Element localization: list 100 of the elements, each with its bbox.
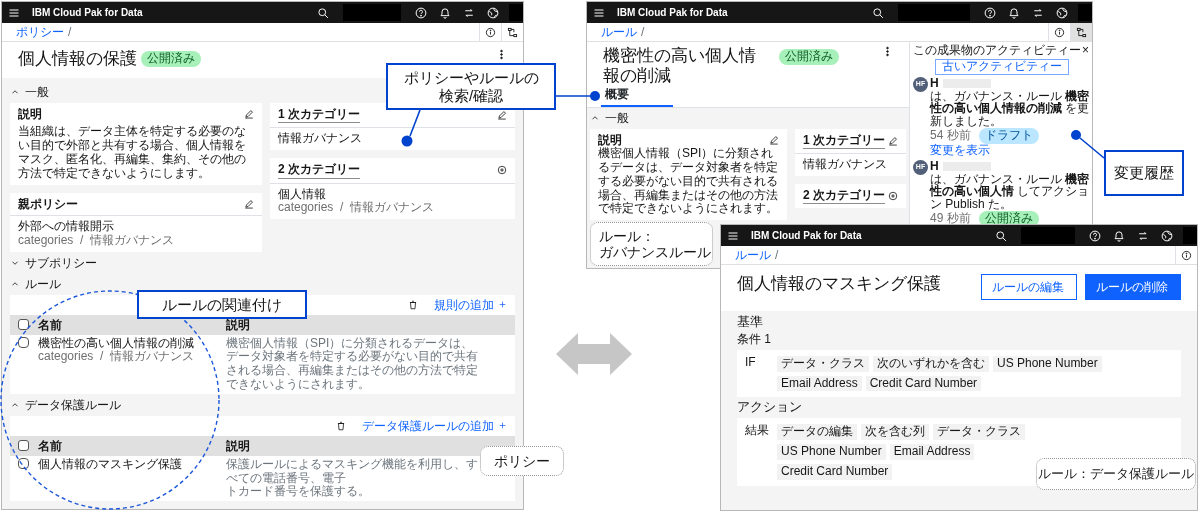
info-icon[interactable] <box>1054 26 1065 38</box>
section-heading: アクション <box>737 400 803 416</box>
checkbox[interactable] <box>18 440 29 452</box>
pencil-icon[interactable] <box>244 109 254 120</box>
breadcrumb-separator: / <box>641 24 645 41</box>
description-text: 機密個人情報（SPI）に分類されるデータは、データ対象者を特定する必要がない目的で共有される場合、再編集またはその他の方法で特定できないようにされます。 <box>598 147 779 217</box>
card-value: 個人情報 <box>278 187 327 202</box>
app-title: IBM Cloud Pak for Data <box>751 229 862 243</box>
card-value: 情報ガバナンス <box>278 132 363 147</box>
status-tag: ドラフト <box>978 128 1039 145</box>
condition-label: 条件 1 <box>737 332 772 347</box>
trash-icon[interactable] <box>336 420 346 431</box>
table-cell-text: 保護ルールによるマスキング機能を利用し、すべての電話番号、電子 <box>226 457 478 485</box>
section-heading: データ保護ルール <box>25 396 121 414</box>
rule-tag: US Phone Number <box>993 355 1102 372</box>
leader-line <box>555 91 600 101</box>
rule-tag: 次を含む列 <box>861 424 929 441</box>
plus-icon <box>498 300 507 310</box>
arrows-icon[interactable] <box>1032 6 1044 19</box>
redaction-block <box>1183 227 1197 244</box>
note-label: ルール：データ保護ルール <box>1036 458 1196 490</box>
info-icon[interactable] <box>485 26 496 38</box>
section-heading: 一般 <box>605 109 629 127</box>
redaction-block <box>509 4 523 21</box>
section-heading: ルール <box>25 275 61 293</box>
pencil-icon[interactable] <box>497 110 507 121</box>
card-label: 1 次カテゴリー <box>278 107 360 124</box>
breadcrumb-link[interactable]: ルール <box>735 246 771 264</box>
table-cell-text: 機密性の高い個人情報の削減 <box>38 336 194 350</box>
column-header: 名前 <box>38 437 63 455</box>
plus-circle-icon[interactable] <box>497 165 507 176</box>
search-icon[interactable] <box>317 6 329 19</box>
rule-tag: Credit Card Number <box>865 375 982 392</box>
breadcrumb-separator: / <box>68 24 72 41</box>
callout-label: ルールの関連付け <box>137 290 307 319</box>
info-icon[interactable] <box>1181 249 1192 261</box>
column-header: 名前 <box>38 316 63 334</box>
table-cell: 個人情報のマスキング保護 <box>38 457 182 472</box>
rule-tag: Email Address <box>889 444 975 460</box>
checkbox[interactable] <box>18 336 29 348</box>
notification-icon[interactable] <box>439 6 451 19</box>
view-changes-link[interactable]: 変更を表示 <box>930 144 990 158</box>
plus-circle-icon[interactable] <box>888 191 898 202</box>
card-value: 外部への情報開示 <box>18 219 115 234</box>
pencil-icon[interactable] <box>769 135 779 146</box>
breadcrumb-link[interactable]: ルール <box>601 23 637 41</box>
leader-line <box>1071 130 1105 159</box>
status-tag: 公開済み <box>141 50 201 67</box>
card-value: 情報ガバナンス <box>803 158 888 173</box>
globe-icon[interactable] <box>1161 229 1173 242</box>
page-title: 個人情報の保護 <box>18 49 137 69</box>
page-title: 機密性の高い個人情報の削減 <box>603 46 757 86</box>
trash-icon[interactable] <box>408 299 418 310</box>
page-title: 個人情報のマスキング保護 <box>737 274 942 294</box>
arrows-icon[interactable] <box>463 6 475 19</box>
note-label: ルール： ガバナンスルール <box>590 222 713 266</box>
flow-icon[interactable] <box>1076 26 1087 38</box>
notification-icon[interactable] <box>1008 6 1020 19</box>
card-label: 1 次カテゴリー <box>803 132 885 150</box>
activity-text: は、ガバナンス・ルール 機密性の高い個人情報の削減 を更新しました。 <box>930 89 1091 128</box>
close-button[interactable]: × <box>1082 44 1089 56</box>
leader-line <box>401 109 421 147</box>
rule-tag: 次のいずれかを含む <box>873 355 989 372</box>
card-label: 説明 <box>598 132 622 147</box>
breadcrumb-separator: / <box>775 247 779 264</box>
app-title: IBM Cloud Pak for Data <box>32 6 143 20</box>
rule-keyword: 結果 <box>745 424 769 439</box>
menu-icon[interactable] <box>727 229 739 242</box>
add-link[interactable]: 規則の追加 <box>434 295 507 314</box>
table-cell-text: トカード番号を保護する。 <box>226 485 371 500</box>
menu-icon[interactable] <box>593 6 605 19</box>
plus-icon <box>498 421 507 431</box>
older-activity-button[interactable]: 古いアクティビティー <box>935 59 1069 75</box>
checkbox[interactable] <box>18 457 29 469</box>
edit-button[interactable]: ルールの編集 <box>981 274 1077 300</box>
delete-button[interactable]: ルールの削除 <box>1085 274 1181 300</box>
rule-tag: データの編集 <box>777 424 857 441</box>
notification-icon[interactable] <box>1113 229 1125 242</box>
help-icon[interactable] <box>1089 229 1101 242</box>
flow-icon[interactable] <box>507 26 518 38</box>
rule-keyword: IF <box>745 355 757 370</box>
panel-title: この成果物のアクティビティー <box>913 44 1081 58</box>
pencil-icon[interactable] <box>244 198 254 209</box>
table-cell: 機密個人情報（SPI）に分類されるデータは、データ対象者を特定する必要がない目的で共有される場合、再編集またはその他の方法で特定できないようにされます。 <box>226 336 478 392</box>
rule-tag: データ・クラス <box>933 424 1025 441</box>
user-name: H <box>930 159 939 173</box>
app-title: IBM Cloud Pak for Data <box>617 6 728 20</box>
column-header: 説明 <box>226 316 250 334</box>
note-label: ポリシー <box>480 446 564 476</box>
pencil-icon[interactable] <box>888 136 898 147</box>
search-icon[interactable] <box>995 229 1007 242</box>
globe-icon[interactable] <box>487 6 499 19</box>
menu-icon[interactable] <box>8 6 20 19</box>
search-icon[interactable] <box>872 6 884 19</box>
arrows-icon[interactable] <box>1137 229 1149 242</box>
globe-icon[interactable] <box>1056 6 1068 19</box>
breadcrumb-link[interactable]: ポリシー <box>16 23 64 41</box>
checkbox[interactable] <box>18 319 29 331</box>
help-icon[interactable] <box>984 6 996 19</box>
help-icon[interactable] <box>415 6 427 19</box>
